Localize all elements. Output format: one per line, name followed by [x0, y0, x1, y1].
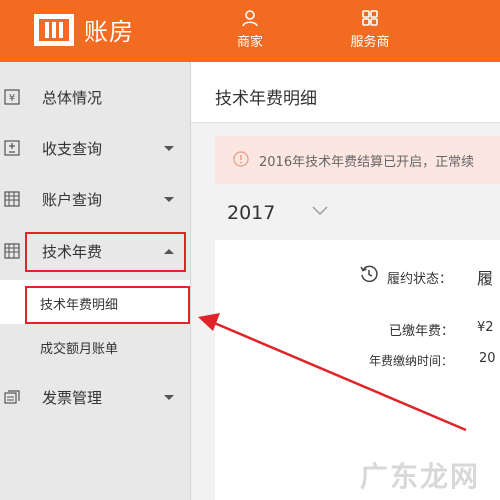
sidebar-item-label: 收支查询 [42, 139, 103, 158]
sidebar-item-label: 总体情况 [42, 88, 103, 107]
main-content: 技术年费明细 2016年技术年费结算已开启，正常续 2017 履约状态： 履 已… [191, 62, 500, 500]
plus-minus-icon [4, 140, 20, 156]
sidebar-item-overview[interactable]: ¥ 总体情况 [0, 72, 190, 122]
highlight-box-fee-detail [25, 286, 190, 324]
page-header: 技术年费明细 [191, 62, 500, 123]
yen-icon: ¥ [4, 89, 20, 105]
svg-text:¥: ¥ [9, 93, 15, 104]
logo[interactable]: 账房 [34, 12, 134, 47]
info-icon [233, 151, 249, 167]
sidebar-item-label: 账户查询 [42, 190, 103, 209]
nav-merchant-label: 商家 [236, 35, 263, 50]
chevron-down-icon[interactable] [311, 204, 329, 218]
history-clock-icon [360, 265, 378, 283]
pay-time-value: 20 [479, 351, 496, 366]
nav-service-provider[interactable]: 服务商 [330, 8, 410, 50]
sidebar-item-accounts[interactable]: 账户查询 [0, 174, 190, 224]
status-value: 履 [477, 269, 494, 288]
invoice-icon [4, 390, 20, 404]
chevron-down-icon [164, 394, 174, 400]
nav-service-provider-label: 服务商 [350, 35, 390, 50]
sidebar-subitem-label: 成交额月账单 [40, 342, 119, 357]
user-icon [242, 10, 258, 27]
sidebar-item-label: 发票管理 [42, 388, 103, 407]
grid-icon [362, 10, 378, 26]
sidebar: ¥ 总体情况 收支查询 账户查询 技术年费 技术年费明细 成交额月账单 发票管理 [0, 62, 191, 500]
watermark: 广东龙网 [360, 460, 481, 493]
top-bar: 账房 商家 服务商 [0, 0, 500, 62]
year-selector[interactable]: 2017 [227, 202, 275, 224]
ledger-icon [4, 243, 20, 259]
page-title: 技术年费明细 [215, 89, 317, 109]
logo-text: 账房 [84, 18, 134, 46]
sidebar-item-transactions[interactable]: 收支查询 [0, 123, 190, 173]
notice-banner: 2016年技术年费结算已开启，正常续 [215, 136, 500, 184]
highlight-box-tech-fee [25, 232, 186, 272]
sidebar-subitem-monthly-bill[interactable]: 成交额月账单 [0, 324, 190, 368]
pay-time-label: 年费缴纳时间： [369, 354, 454, 368]
notice-text: 2016年技术年费结算已开启，正常续 [259, 155, 475, 170]
status-label: 履约状态： [387, 272, 453, 287]
nav-merchant[interactable]: 商家 [210, 8, 290, 50]
chevron-down-icon [164, 145, 174, 151]
sidebar-item-invoices[interactable]: 发票管理 [0, 372, 190, 422]
paid-fee-label: 已缴年费： [389, 324, 455, 339]
ledger-icon [4, 191, 20, 207]
chevron-down-icon [164, 196, 174, 202]
abacus-icon [34, 13, 74, 46]
paid-fee-value: ¥2 [477, 320, 494, 335]
